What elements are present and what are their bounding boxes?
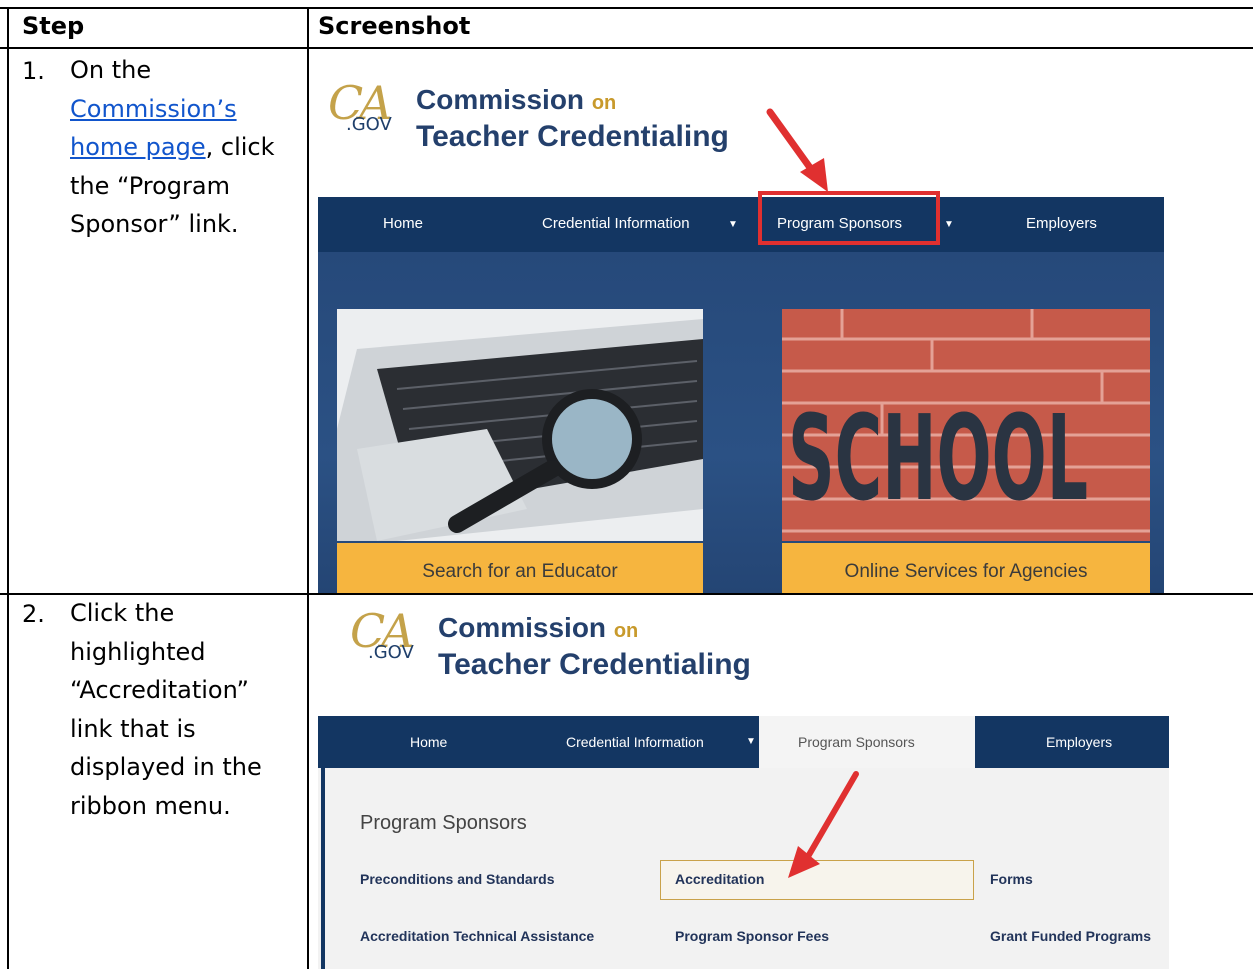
nav-home[interactable]: Home [410, 734, 447, 750]
menu-link-forms[interactable]: Forms [990, 871, 1033, 887]
logo-commission: Commission [416, 84, 585, 115]
logo-title-line2: Teacher Credentialing [438, 648, 751, 681]
menu-left-bar [321, 768, 325, 969]
search-educator-tile[interactable]: Search for an Educator [337, 309, 703, 593]
nav-program-sponsors[interactable]: Program Sponsors [798, 734, 915, 750]
instruction-table: Step Screenshot 1. On the Commission’s h… [0, 0, 1253, 969]
ctc-logo: CA .GOV Commission on Teacher Credential… [328, 76, 748, 156]
logo-on: on [591, 92, 617, 114]
nav-employers[interactable]: Employers [1046, 734, 1112, 750]
nav-home[interactable]: Home [383, 215, 423, 232]
chevron-down-icon[interactable]: ▼ [944, 219, 954, 230]
step-1-text-before: On the [70, 56, 152, 84]
step-2-number: 2. [22, 600, 45, 628]
nav-employers[interactable]: Employers [1026, 215, 1097, 232]
school-sign-image: SCHOOL [782, 309, 1150, 541]
laptop-magnifier-image [337, 309, 703, 541]
header-step: Step [22, 12, 85, 40]
gov-logo-text: .GOV [368, 642, 414, 663]
menu-link-accreditation[interactable]: Accreditation [675, 871, 764, 887]
column-divider [307, 7, 309, 969]
step-1-text: On the Commission’s home page, click the… [70, 51, 296, 244]
logo-title-line1: Commission on [438, 612, 638, 644]
nav-credential-information[interactable]: Credential Information [566, 734, 704, 750]
chevron-down-icon[interactable]: ▼ [746, 736, 756, 747]
step-1-number: 1. [22, 57, 45, 85]
school-sign-text: SCHOOL [788, 389, 1088, 527]
logo-on: on [613, 620, 639, 642]
screenshot-2: CA .GOV Commission on Teacher Credential… [318, 596, 1169, 969]
main-nav: Home Credential Information ▼ Program Sp… [318, 716, 1169, 768]
gov-logo-text: .GOV [346, 114, 392, 135]
online-services-label[interactable]: Online Services for Agencies [782, 543, 1150, 593]
ribbon-menu: Program Sponsors Preconditions and Stand… [318, 768, 1169, 969]
menu-link-accreditation-technical-assistance[interactable]: Accreditation Technical Assistance [360, 928, 594, 944]
online-services-tile[interactable]: SCHOOL Online Services for Agencies [782, 309, 1150, 593]
logo-title-line1: Commission on [416, 84, 616, 116]
search-educator-label[interactable]: Search for an Educator [337, 543, 703, 593]
red-arrow-icon [788, 771, 859, 878]
menu-link-grant-funded-programs[interactable]: Grant Funded Programs [990, 928, 1151, 944]
menu-link-program-sponsor-fees[interactable]: Program Sponsor Fees [675, 928, 829, 944]
table-left-border [7, 7, 9, 969]
nav-credential-information[interactable]: Credential Information [542, 215, 690, 232]
red-arrow-icon [766, 108, 828, 192]
logo-title-line2: Teacher Credentialing [416, 120, 729, 153]
header-bottom-border [0, 47, 1253, 49]
highlight-box [758, 191, 940, 245]
menu-link-preconditions[interactable]: Preconditions and Standards [360, 871, 554, 887]
logo-commission: Commission [438, 612, 607, 643]
header-screenshot: Screenshot [318, 12, 471, 40]
menu-title: Program Sponsors [360, 812, 527, 834]
chevron-down-icon[interactable]: ▼ [728, 219, 738, 230]
table-top-border [0, 7, 1253, 9]
screenshot-1: CA .GOV Commission on Teacher Credential… [318, 52, 1164, 593]
main-nav: Home Credential Information ▼ Program Sp… [318, 197, 1164, 256]
step-2-text: Click the highlighted “Accreditation” li… [70, 599, 262, 820]
ctc-logo: CA .GOV Commission on Teacher Credential… [350, 604, 770, 684]
